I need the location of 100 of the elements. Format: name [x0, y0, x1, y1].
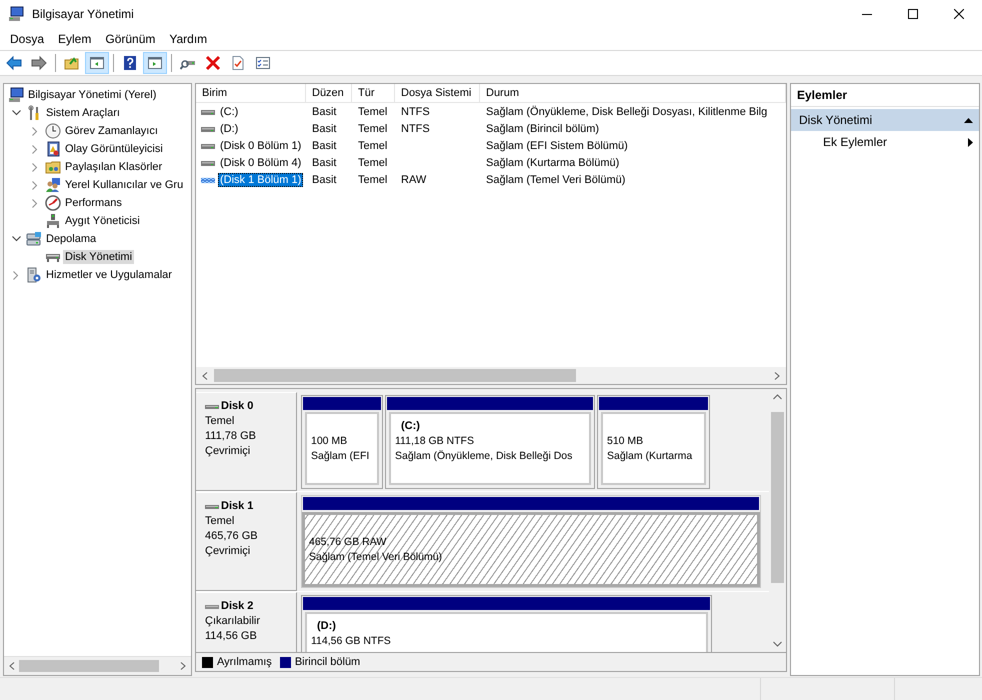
- tree-item[interactable]: Bilgisayar Yönetimi (Yerel): [26, 88, 158, 102]
- disk-size: 114,56 GB: [205, 629, 258, 644]
- partition-status: Sağlam (Temel Veri Bölümü): [309, 550, 444, 565]
- disk-type: Temel: [205, 514, 236, 529]
- tree-item[interactable]: Performans: [63, 196, 124, 210]
- expand-chevron-icon[interactable]: [32, 180, 38, 190]
- tree-item[interactable]: Yerel Kullanıcılar ve Gru: [63, 178, 186, 192]
- column-header[interactable]: Birim: [196, 84, 306, 102]
- menu-item[interactable]: Dosya: [3, 29, 52, 49]
- legend-label: Ayrılmamış: [217, 656, 272, 668]
- expand-chevron-icon[interactable]: [32, 126, 38, 136]
- shared-folder-icon: [45, 159, 61, 175]
- partition-block[interactable]: (D:) 114,56 GB NTFS: [301, 595, 712, 652]
- disk-status: Çevrimiçi: [205, 544, 252, 559]
- expand-chevron-icon[interactable]: [32, 144, 38, 154]
- table-cell-text: Basit: [311, 156, 338, 168]
- back-arrow-icon: [6, 55, 22, 71]
- partition-block[interactable]: (C:) 111,18 GB NTFS Sağlam (Önyükleme, Disk Belleği Dos: [385, 395, 595, 489]
- partition-block[interactable]: 100 MB Sağlam (EFI: [301, 395, 383, 489]
- action-link[interactable]: Ek Eylemler: [823, 135, 888, 149]
- close-icon: [954, 9, 964, 19]
- computer-icon: [8, 87, 24, 103]
- volume-name[interactable]: (Disk 0 Bölüm 1): [218, 138, 304, 152]
- scroll-down-icon[interactable]: [773, 641, 782, 647]
- table-cell-text: Temel: [357, 174, 388, 186]
- checklist-icon: [255, 55, 271, 71]
- document-check-icon: [230, 55, 246, 71]
- submenu-arrow-icon[interactable]: [968, 138, 973, 146]
- menu-item[interactable]: Yardım: [162, 29, 214, 49]
- pane-icon: [147, 55, 163, 71]
- gauge-icon: [45, 195, 61, 211]
- tree-item[interactable]: Sistem Araçları: [44, 106, 122, 120]
- volume-name[interactable]: (Disk 1 Bölüm 1): [218, 172, 304, 186]
- maximize-icon: [908, 9, 918, 19]
- action-section-header[interactable]: Disk Yönetimi: [791, 109, 979, 131]
- collapse-chevron-icon[interactable]: [12, 236, 20, 242]
- collapse-triangle-icon[interactable]: [964, 118, 973, 122]
- table-cell-text: NTFS: [400, 122, 431, 134]
- disk-name: Disk 2: [221, 599, 254, 614]
- table-cell-text: RAW: [400, 174, 428, 186]
- scroll-right-icon[interactable]: [774, 372, 780, 380]
- log-icon: [45, 141, 61, 157]
- scroll-up-icon[interactable]: [773, 394, 782, 400]
- partition-label: (C:): [400, 419, 421, 434]
- tree-item[interactable]: Olay Görüntüleyicisi: [63, 142, 165, 156]
- scrollbar-thumb[interactable]: [214, 369, 576, 382]
- scroll-left-icon[interactable]: [9, 662, 15, 670]
- toolbar-button[interactable]: [143, 52, 167, 74]
- partition-size: 465,76 GB RAW: [309, 535, 388, 550]
- volume-name[interactable]: (D:): [218, 122, 240, 136]
- tree-item[interactable]: Görev Zamanlayıcı: [63, 124, 160, 138]
- partition-status: Sağlam (Kurtarma: [607, 449, 694, 464]
- partition-status: Sağlam (Önyükleme, Disk Belleği Dos: [395, 449, 574, 464]
- tree-item[interactable]: Paylaşılan Klasörler: [63, 160, 164, 174]
- toolbar-button[interactable]: [85, 52, 109, 74]
- table-cell-text: Sağlam (Kurtarma Bölümü): [485, 156, 620, 168]
- partition-status: Sağlam (EFI: [311, 449, 370, 464]
- expand-chevron-icon[interactable]: [32, 198, 38, 208]
- partition-size: 114,56 GB NTFS: [311, 634, 392, 649]
- column-header[interactable]: Dosya Sistemi: [395, 84, 480, 102]
- table-cell-text: Sağlam (Birincil bölüm): [485, 122, 600, 134]
- legend-label: Birincil bölüm: [294, 656, 360, 668]
- table-cell-text: Basit: [311, 140, 338, 152]
- expand-chevron-icon[interactable]: [13, 270, 19, 280]
- forward-arrow-icon: [31, 55, 47, 71]
- striped-drive-icon: [201, 174, 215, 184]
- tree-item[interactable]: Hizmetler ve Uygulamalar: [44, 268, 174, 282]
- column-header[interactable]: Tür: [352, 84, 395, 102]
- tree-item[interactable]: Disk Yönetimi: [63, 250, 134, 264]
- table-cell-text: Sağlam (EFI Sistem Bölümü): [485, 140, 629, 152]
- clock-icon: [45, 123, 61, 139]
- disk-name: Disk 0: [221, 399, 254, 414]
- tree-item[interactable]: Aygıt Yöneticisi: [63, 214, 142, 228]
- volume-name[interactable]: (C:): [218, 104, 240, 118]
- table-cell-text: Basit: [311, 122, 338, 134]
- scroll-right-icon[interactable]: [180, 662, 186, 670]
- table-cell-text: Temel: [357, 156, 388, 168]
- menu-item[interactable]: Eylem: [51, 29, 98, 49]
- disk-size: 111,78 GB: [205, 429, 257, 444]
- tree-item[interactable]: Depolama: [44, 232, 98, 246]
- partition-block[interactable]: 465,76 GB RAW Sağlam (Temel Veri Bölümü): [301, 495, 761, 588]
- scroll-left-icon[interactable]: [202, 372, 208, 380]
- table-cell-text: NTFS: [400, 106, 431, 118]
- column-header[interactable]: Düzen: [306, 84, 352, 102]
- partition-block[interactable]: 510 MB Sağlam (Kurtarma: [597, 395, 710, 489]
- disk-name: Disk 1: [221, 499, 254, 514]
- scrollbar-thumb[interactable]: [19, 660, 159, 672]
- partition-size: 100 MB: [311, 434, 348, 449]
- column-header[interactable]: Durum: [480, 84, 786, 102]
- table-cell-text: Sağlam (Temel Veri Bölümü): [485, 174, 626, 186]
- action-section-title: Disk Yönetimi: [799, 113, 872, 127]
- disk-size: 465,76 GB: [205, 529, 259, 544]
- table-cell-text: Sağlam (Önyükleme, Disk Belleği Dosyası, Kilitlenme Bilg: [485, 106, 768, 118]
- device-icon: [45, 213, 61, 229]
- volume-name[interactable]: (Disk 0 Bölüm 4): [218, 156, 304, 170]
- menu-item[interactable]: Görünüm: [98, 29, 162, 49]
- scrollbar-thumb[interactable]: [771, 412, 784, 583]
- collapse-chevron-icon[interactable]: [12, 110, 20, 116]
- window-title: Bilgisayar Yönetimi: [32, 7, 134, 21]
- expand-chevron-icon[interactable]: [32, 162, 38, 172]
